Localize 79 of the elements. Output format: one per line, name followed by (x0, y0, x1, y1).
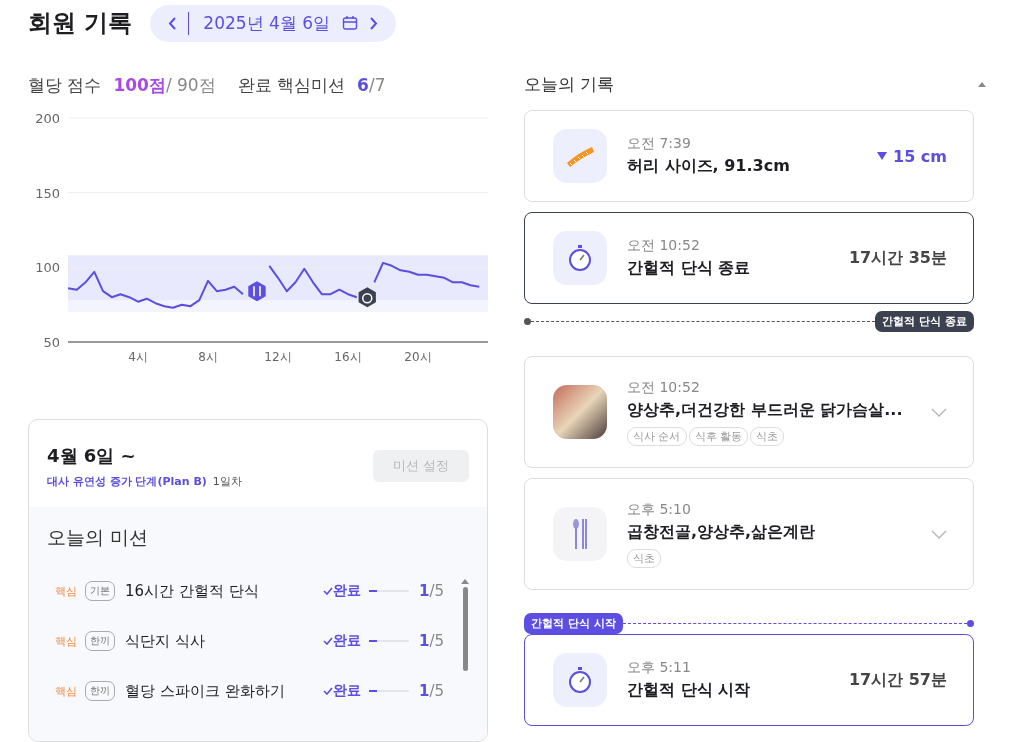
fasting-duration: 17시간 57분 (848, 669, 947, 691)
fasting-duration: 17시간 35분 (848, 247, 947, 269)
fasting-start-label: 간헐적 단식 시작 (524, 612, 623, 634)
record-time: 오후 5:11 (627, 659, 692, 677)
record-card[interactable]: 오후 5:11 간헐적 단식 시작 17시간 57분 (524, 634, 974, 726)
mission-progress: 1/5 (419, 682, 446, 700)
record-title: 간헐적 단식 시작 (627, 680, 752, 701)
check-icon (323, 687, 333, 695)
chevron-down-icon[interactable] (931, 407, 947, 417)
record-tag: 식초 (750, 426, 784, 446)
plan-name: 대사 유연성 증가 단계(Plan B) (47, 474, 207, 489)
mission-status: 완료 (333, 582, 361, 600)
record-time: 오전 10:52 (627, 237, 701, 255)
mission-title: 식단지 식사 (125, 631, 206, 651)
priority-label: 핵심 (55, 583, 78, 599)
missions-title: 오늘의 미션 (47, 525, 150, 550)
x-axis-label: 12시 (264, 350, 292, 364)
down-triangle-icon (877, 152, 887, 160)
stopwatch-marker-icon (358, 287, 376, 308)
score-target: / 90점 (165, 75, 216, 95)
mission-title: 혈당 스파이크 완화하기 (125, 681, 286, 701)
y-axis-label: 50 (43, 335, 60, 350)
record-card[interactable]: 오전 7:39 허리 사이즈, 91.3cm 15 cm (524, 110, 974, 202)
record-tag: 식후 활동 (688, 426, 748, 446)
plan-start-date: 4월 6일 ~ (47, 444, 137, 468)
stopwatch-icon (567, 244, 593, 272)
x-axis-label: 20시 (404, 350, 432, 364)
y-axis-label: 200 (35, 111, 60, 126)
calendar-icon[interactable] (342, 15, 359, 31)
category-tag: 한끼 (85, 681, 115, 701)
scrollbar-thumb[interactable] (462, 587, 468, 671)
score-value: 6/7 (357, 75, 386, 95)
selected-date: 2025년 4월 6일 (188, 11, 331, 35)
x-axis-label: 16시 (334, 350, 362, 364)
record-time: 오전 7:39 (627, 135, 692, 153)
mission-status: 완료 (333, 682, 361, 700)
record-time: 오후 5:10 (627, 500, 692, 519)
cutlery-marker-icon (248, 281, 266, 302)
chevron-down-icon[interactable] (931, 529, 947, 539)
score-label: 혈당 점수 (28, 75, 102, 95)
plan-day: 1일차 (212, 474, 242, 489)
score-value: 100점 (113, 75, 166, 95)
fasting-end-label: 간헐적 단식 종료 (875, 310, 974, 332)
check-icon (323, 637, 333, 645)
record-tag: 식초 (627, 548, 661, 568)
record-title: 허리 사이즈, 91.3cm (627, 156, 791, 177)
y-axis-label: 100 (35, 260, 60, 276)
mission-status: 완료 (333, 632, 361, 650)
photo-placeholder (553, 385, 607, 439)
priority-label: 핵심 (55, 633, 78, 649)
stopwatch-icon (567, 666, 593, 694)
date-picker[interactable]: 2025년 4월 6일 (150, 4, 397, 42)
category-tag: 기본 (85, 581, 115, 601)
x-axis-label: 8시 (198, 350, 218, 364)
next-day-button[interactable] (370, 16, 379, 30)
mission-progress: 1/5 (419, 632, 446, 650)
check-icon (323, 587, 333, 595)
mission-title: 16시간 간헐적 단식 (125, 581, 260, 601)
scroll-up-icon[interactable] (978, 81, 986, 87)
page-title: 회원 기록 (28, 8, 133, 39)
category-tag: 한끼 (85, 631, 115, 651)
scroll-up-icon[interactable] (461, 579, 469, 584)
record-card[interactable]: 오전 10:52 간헐적 단식 종료 17시간 35분 (524, 212, 974, 304)
score-label: 완료 핵심미션 (237, 75, 346, 95)
record-title: 양상추,더건강한 부드러운 닭가슴살... (627, 399, 904, 421)
record-title: 간헐적 단식 종료 (627, 258, 752, 279)
record-card[interactable]: 오후 5:10 곱창전골,양상추,삶은계란 식초 (524, 478, 974, 590)
record-time: 오전 10:52 (627, 378, 701, 397)
x-axis-label: 4시 (128, 350, 148, 364)
waist-change: 15 cm (877, 146, 947, 166)
priority-label: 핵심 (55, 683, 78, 699)
records-title: 오늘의 기록 (524, 72, 615, 96)
record-card[interactable]: 오전 10:52 양상추,더건강한 부드러운 닭가슴살... 식사 순서 식후 활동 식초 (524, 356, 974, 468)
previous-day-button[interactable] (168, 16, 177, 30)
record-tag: 식사 순서 (627, 426, 687, 446)
record-title: 곱창전골,양상추,삶은계란 (627, 521, 817, 543)
cutlery-icon (572, 518, 588, 550)
y-axis-label: 150 (35, 185, 60, 201)
mission-progress: 1/5 (419, 582, 446, 600)
